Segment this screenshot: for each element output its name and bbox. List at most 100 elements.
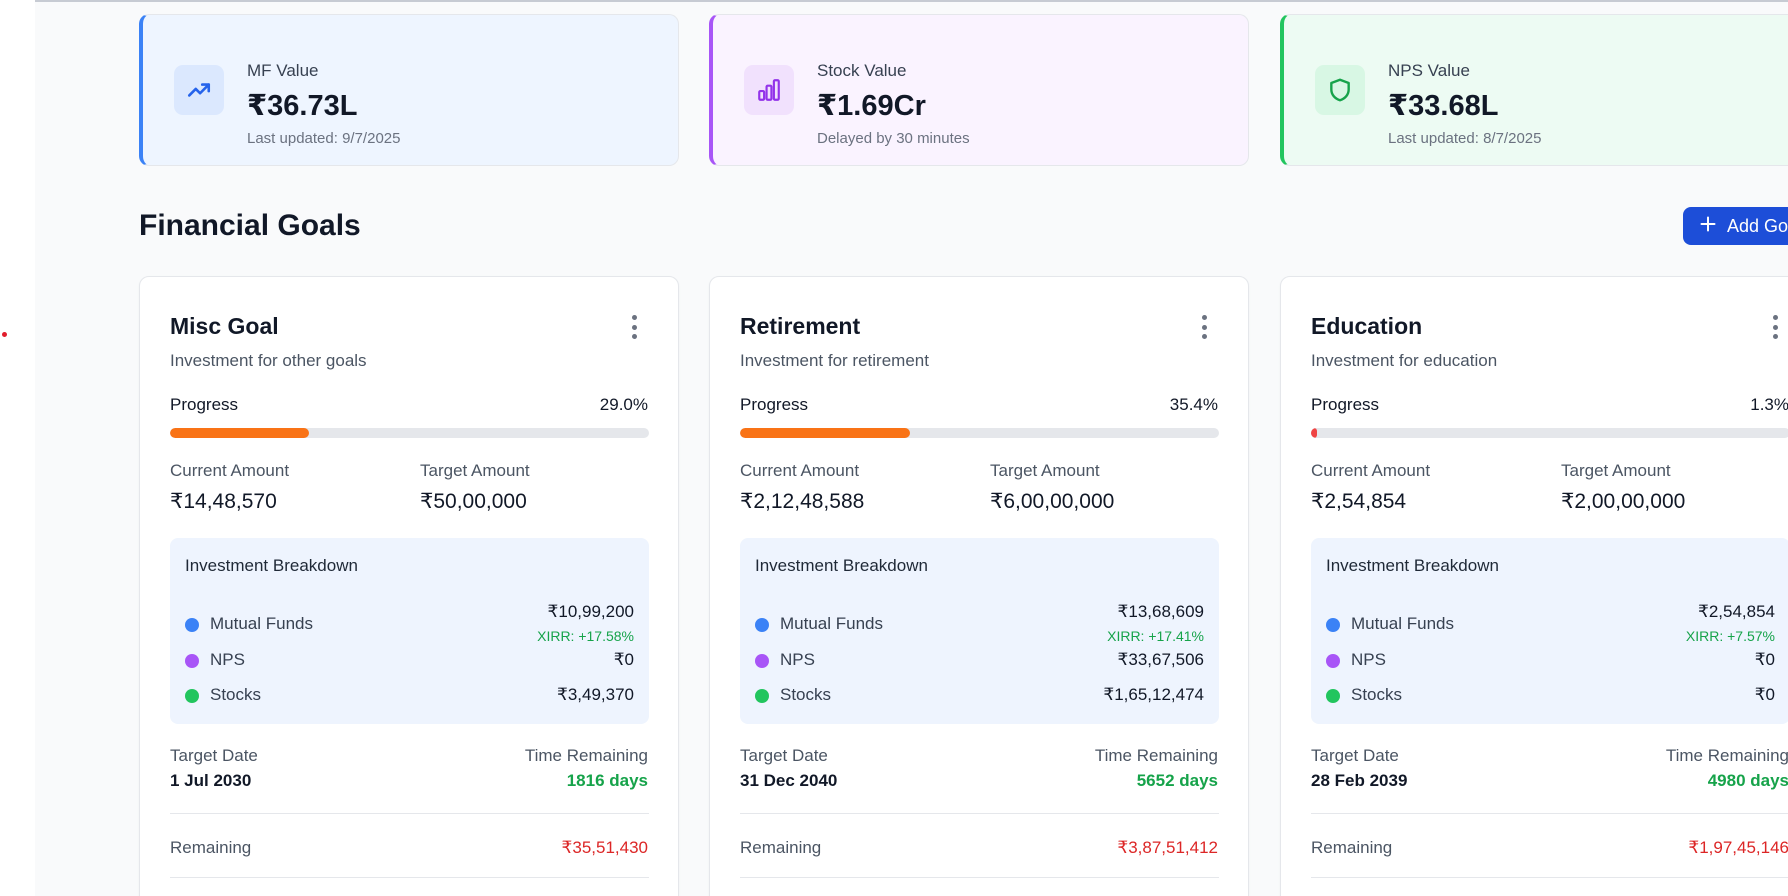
mutual-funds-xirr: XIRR: +17.41% bbox=[1107, 628, 1204, 644]
remaining-label: Remaining bbox=[740, 838, 822, 857]
progress-bar bbox=[740, 428, 1219, 438]
mutual-funds-xirr: XIRR: +17.58% bbox=[537, 628, 634, 644]
stocks-dot bbox=[755, 689, 769, 703]
goal-description: Investment for education bbox=[1311, 351, 1498, 370]
current-amount-label: Current Amount bbox=[740, 461, 860, 480]
divider bbox=[170, 813, 649, 814]
target-amount-value: ₹50,00,000 bbox=[420, 490, 527, 513]
stock-delay-note: Delayed by 30 minutes bbox=[817, 130, 970, 147]
time-remaining-value: 5652 days bbox=[1136, 771, 1218, 790]
stocks-label: Stocks bbox=[210, 685, 262, 704]
investment-breakdown: Investment Breakdown Mutual Funds ₹2,54,… bbox=[1311, 538, 1788, 724]
stock-value-label: Stock Value bbox=[817, 61, 907, 80]
mf-value-amount: ₹36.73L bbox=[247, 90, 358, 122]
progress-percent: 35.4% bbox=[1169, 395, 1218, 414]
target-date-value: 31 Dec 2040 bbox=[740, 771, 838, 790]
target-date-label: Target Date bbox=[1311, 746, 1399, 765]
more-options-icon[interactable] bbox=[628, 315, 640, 339]
current-amount-value: ₹2,12,48,588 bbox=[740, 490, 865, 513]
add-goal-label: Add Goal bbox=[1727, 215, 1788, 236]
trending-up-icon bbox=[174, 65, 224, 115]
investment-breakdown: Investment Breakdown Mutual Funds ₹13,68… bbox=[740, 538, 1219, 724]
stocks-dot bbox=[185, 689, 199, 703]
stocks-value: ₹3,49,370 bbox=[557, 685, 634, 704]
progress-percent: 29.0% bbox=[599, 395, 648, 414]
section-title: Financial Goals bbox=[139, 209, 361, 242]
nps-dot bbox=[1326, 654, 1340, 668]
progress-label: Progress bbox=[1311, 395, 1380, 414]
goal-title: Education bbox=[1311, 313, 1423, 339]
nps-label: NPS bbox=[780, 650, 815, 669]
goal-title: Misc Goal bbox=[170, 313, 279, 339]
progress-label: Progress bbox=[740, 395, 809, 414]
bar-chart-icon bbox=[744, 65, 794, 115]
mf-value-label: MF Value bbox=[247, 61, 319, 80]
plus-icon bbox=[1700, 216, 1716, 237]
target-amount-value: ₹6,00,00,000 bbox=[990, 490, 1115, 513]
nps-dot bbox=[185, 654, 199, 668]
target-date-value: 28 Feb 2039 bbox=[1311, 771, 1408, 790]
stocks-dot bbox=[1326, 689, 1340, 703]
divider bbox=[740, 813, 1219, 814]
mf-value-card: MF Value ₹36.73L Last updated: 9/7/2025 bbox=[139, 14, 679, 166]
progress-bar bbox=[1311, 428, 1788, 438]
time-remaining-label: Time Remaining bbox=[1094, 746, 1218, 765]
mutual-funds-dot bbox=[755, 618, 769, 632]
target-amount-label: Target Amount bbox=[420, 461, 530, 480]
breakdown-title: Investment Breakdown bbox=[755, 556, 928, 575]
nps-value-label: NPS Value bbox=[1388, 61, 1470, 80]
remaining-label: Remaining bbox=[1311, 838, 1393, 857]
progress-bar-fill bbox=[170, 428, 309, 438]
current-amount-value: ₹14,48,570 bbox=[170, 490, 277, 513]
progress-label: Progress bbox=[170, 395, 239, 414]
more-options-icon[interactable] bbox=[1198, 315, 1210, 339]
nps-last-updated: Last updated: 8/7/2025 bbox=[1388, 130, 1542, 147]
remaining-value: ₹3,87,51,412 bbox=[1117, 838, 1218, 857]
investment-breakdown: Investment Breakdown Mutual Funds ₹10,99… bbox=[170, 538, 649, 724]
time-remaining-label: Time Remaining bbox=[1665, 746, 1788, 765]
remaining-value: ₹1,97,45,146 bbox=[1688, 838, 1788, 857]
nps-value: ₹33,67,506 bbox=[1117, 650, 1204, 669]
goal-title: Retirement bbox=[740, 313, 861, 339]
target-date-value: 1 Jul 2030 bbox=[170, 771, 252, 790]
nps-value-card: NPS Value ₹33.68L Last updated: 8/7/2025 bbox=[1280, 14, 1788, 166]
nps-value-amount: ₹33.68L bbox=[1388, 90, 1499, 122]
time-remaining-label: Time Remaining bbox=[524, 746, 648, 765]
goal-card: Misc Goal Investment for other goals Pro… bbox=[139, 276, 679, 896]
nps-dot bbox=[755, 654, 769, 668]
breakdown-title: Investment Breakdown bbox=[1326, 556, 1499, 575]
shield-icon bbox=[1315, 65, 1365, 115]
target-amount-label: Target Amount bbox=[990, 461, 1100, 480]
progress-percent: 1.3% bbox=[1750, 395, 1788, 414]
target-amount-label: Target Amount bbox=[1561, 461, 1671, 480]
time-remaining-value: 1816 days bbox=[566, 771, 648, 790]
remaining-label: Remaining bbox=[170, 838, 252, 857]
breakdown-title: Investment Breakdown bbox=[185, 556, 358, 575]
target-date-label: Target Date bbox=[170, 746, 258, 765]
main-content: MF Value ₹36.73L Last updated: 9/7/2025 … bbox=[35, 0, 1788, 896]
goal-card: Education Investment for education Progr… bbox=[1280, 276, 1788, 896]
add-goal-button[interactable]: Add Goal bbox=[1683, 207, 1788, 245]
divider bbox=[1311, 877, 1788, 878]
divider bbox=[740, 877, 1219, 878]
current-amount-label: Current Amount bbox=[1311, 461, 1431, 480]
current-amount-label: Current Amount bbox=[170, 461, 290, 480]
remaining-value: ₹35,51,430 bbox=[561, 838, 648, 857]
mf-last-updated: Last updated: 9/7/2025 bbox=[247, 130, 401, 147]
more-options-icon[interactable] bbox=[1769, 315, 1781, 339]
mutual-funds-dot bbox=[185, 618, 199, 632]
stocks-value: ₹1,65,12,474 bbox=[1103, 685, 1204, 704]
mutual-funds-label: Mutual Funds bbox=[1351, 614, 1454, 633]
stocks-label: Stocks bbox=[780, 685, 832, 704]
goal-description: Investment for other goals bbox=[170, 351, 367, 370]
target-amount-value: ₹2,00,00,000 bbox=[1561, 490, 1686, 513]
goal-description: Investment for retirement bbox=[740, 351, 929, 370]
nps-label: NPS bbox=[1351, 650, 1386, 669]
stock-value-card: Stock Value ₹1.69Cr Delayed by 30 minute… bbox=[709, 14, 1249, 166]
current-amount-value: ₹2,54,854 bbox=[1311, 490, 1407, 513]
nps-value: ₹0 bbox=[1754, 650, 1775, 669]
nps-label: NPS bbox=[210, 650, 245, 669]
nps-value: ₹0 bbox=[613, 650, 634, 669]
stocks-value: ₹0 bbox=[1754, 685, 1775, 704]
mutual-funds-dot bbox=[1326, 618, 1340, 632]
